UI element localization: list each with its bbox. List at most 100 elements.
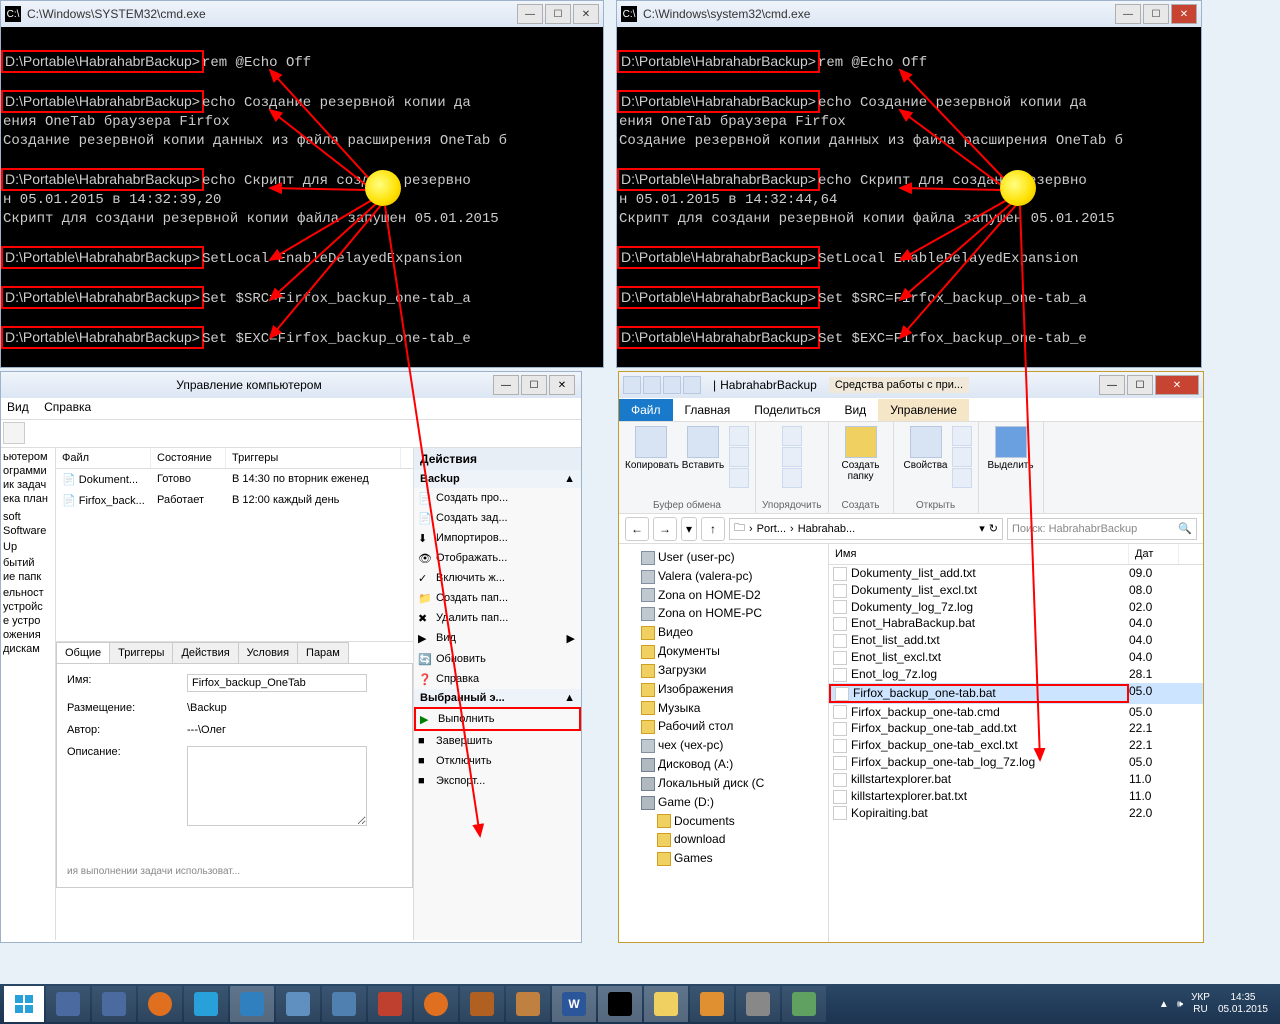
minimize-button[interactable]: —	[1099, 375, 1125, 395]
file-row[interactable]: Enot_list_excl.txt04.0	[829, 649, 1203, 666]
qat-button[interactable]	[623, 376, 641, 394]
maximize-button[interactable]: ☐	[1143, 4, 1169, 24]
taskbar-app-button[interactable]	[184, 986, 228, 1022]
tree-node[interactable]: Локальный диск (C	[623, 774, 824, 793]
tab-file[interactable]: Файл	[619, 399, 673, 421]
menu-view[interactable]: Вид	[7, 400, 29, 414]
nav-back-button[interactable]: ←	[625, 517, 649, 541]
action-item[interactable]: ✖Удалить пап...	[414, 608, 581, 628]
file-row[interactable]: Firfox_backup_one-tab_log_7z.log05.0	[829, 754, 1203, 771]
taskbar-app-button[interactable]	[368, 986, 412, 1022]
taskbar-app-button[interactable]	[506, 986, 550, 1022]
maximize-button[interactable]: ☐	[545, 4, 571, 24]
tree-node[interactable]: Zona on HOME-PC	[623, 604, 824, 623]
actions-section-backup[interactable]: Backup▲	[414, 470, 581, 488]
tab-view[interactable]: Вид	[832, 399, 878, 421]
ribbon-small-button[interactable]	[952, 468, 972, 488]
mgmt-titlebar[interactable]: Управление компьютером — ☐ ✕	[1, 372, 581, 398]
file-row[interactable]: killstartexplorer.bat.txt11.0	[829, 788, 1203, 805]
action-item[interactable]: 🔄Обновить	[414, 649, 581, 669]
taskbar-explorer-button[interactable]	[644, 986, 688, 1022]
cmd-titlebar-left[interactable]: C:\ C:\Windows\SYSTEM32\cmd.exe — ☐ ✕	[1, 1, 603, 27]
ribbon-small-button[interactable]	[952, 447, 972, 467]
explorer-titlebar[interactable]: | HabrahabrBackup Средства работы с при.…	[619, 372, 1203, 398]
qat-button[interactable]	[643, 376, 661, 394]
tree-node[interactable]: Game (D:)	[623, 793, 824, 812]
file-row[interactable]: Enot_log_7z.log28.1	[829, 666, 1203, 683]
menu-help[interactable]: Справка	[44, 400, 91, 414]
tab-triggers[interactable]: Триггеры	[109, 642, 173, 663]
taskbar-app-button[interactable]	[230, 986, 274, 1022]
action-item[interactable]: ✓Включить ж...	[414, 568, 581, 588]
btn-properties[interactable]: Свойства	[900, 424, 952, 488]
tree-node[interactable]: Дисковод (A:)	[623, 755, 824, 774]
nav-forward-button[interactable]: →	[653, 517, 677, 541]
action-item[interactable]: ■Отключить	[414, 751, 581, 771]
action-item[interactable]: ■Экспорт...	[414, 771, 581, 791]
close-button[interactable]: ✕	[573, 4, 599, 24]
tree-node[interactable]: Музыка	[623, 699, 824, 718]
nav-up-button[interactable]: ↑	[701, 517, 725, 541]
action-item[interactable]: ■Завершить	[414, 731, 581, 751]
tab-general[interactable]: Общие	[56, 642, 110, 663]
btn-new-folder[interactable]: Создать папку	[835, 424, 887, 482]
action-item[interactable]: 📄Создать зад...	[414, 508, 581, 528]
tree-node[interactable]: Документы	[623, 642, 824, 661]
taskbar-app-button[interactable]	[322, 986, 366, 1022]
tray-lang[interactable]: УКР	[1191, 992, 1210, 1004]
action-item[interactable]: ❓Справка	[414, 669, 581, 689]
tree-node[interactable]: Загрузки	[623, 661, 824, 680]
tree-node[interactable]: Видео	[623, 623, 824, 642]
file-row[interactable]: Firfox_backup_one-tab.bat05.0	[829, 683, 1203, 704]
tree-node[interactable]: Zona on HOME-D2	[623, 586, 824, 605]
action-item[interactable]: 👁Отображать...	[414, 548, 581, 568]
close-button[interactable]: ✕	[1155, 375, 1199, 395]
taskbar-app-button[interactable]	[736, 986, 780, 1022]
ribbon-small-button[interactable]	[729, 426, 749, 446]
file-row[interactable]: Dokumenty_log_7z.log02.0	[829, 599, 1203, 616]
action-item[interactable]: 📁Создать пап...	[414, 588, 581, 608]
action-item[interactable]: ▶Вид ▶	[414, 628, 581, 649]
search-input[interactable]: Поиск: HabrahabrBackup🔍	[1007, 518, 1197, 540]
ribbon-small-button[interactable]	[729, 468, 749, 488]
taskbar-app-button[interactable]	[46, 986, 90, 1022]
close-button[interactable]: ✕	[1171, 4, 1197, 24]
btn-paste[interactable]: Вставить	[677, 424, 729, 488]
tree-node[interactable]: Documents	[623, 812, 824, 831]
tree-node[interactable]: Рабочий стол	[623, 717, 824, 736]
tree-node[interactable]: Valera (valera-pc)	[623, 567, 824, 586]
task-row[interactable]: 📄 Dokument...ГотовоВ 14:30 по вторник еж…	[56, 469, 413, 490]
taskbar-app-button[interactable]	[276, 986, 320, 1022]
file-row[interactable]: Firfox_backup_one-tab.cmd05.0	[829, 704, 1203, 721]
cmd-output-left[interactable]: D:\Portable\HabrahabrBackup>rem @Echo Of…	[1, 27, 603, 355]
file-row[interactable]: Dokumenty_list_add.txt09.0	[829, 565, 1203, 582]
ribbon-small-button[interactable]	[729, 447, 749, 467]
task-row[interactable]: 📄 Firfox_back...РаботаетВ 12:00 каждый д…	[56, 490, 413, 511]
ribbon-small-button[interactable]	[782, 468, 802, 488]
file-row[interactable]: Kopiraiting.bat22.0	[829, 805, 1203, 822]
cmd-output-right[interactable]: D:\Portable\HabrahabrBackup>rem @Echo Of…	[617, 27, 1201, 355]
input-name[interactable]	[187, 674, 367, 692]
tree-node[interactable]: User (user-pc)	[623, 548, 824, 567]
tab-conditions[interactable]: Условия	[238, 642, 298, 663]
btn-select[interactable]: Выделить	[985, 424, 1037, 471]
taskbar-app-button[interactable]	[690, 986, 734, 1022]
col-name[interactable]: Имя	[829, 544, 1129, 564]
ribbon-small-button[interactable]	[782, 426, 802, 446]
ribbon-small-button[interactable]	[782, 447, 802, 467]
file-row[interactable]: Firfox_backup_one-tab_add.txt22.1	[829, 720, 1203, 737]
tray-icon[interactable]: ▲	[1159, 999, 1169, 1010]
close-button[interactable]: ✕	[549, 375, 575, 395]
ribbon-small-button[interactable]	[952, 426, 972, 446]
actions-section-selected[interactable]: Выбранный э...▲	[414, 689, 581, 707]
col-state[interactable]: Состояние	[151, 448, 226, 468]
file-row[interactable]: Enot_HabraBackup.bat04.0	[829, 615, 1203, 632]
btn-copy[interactable]: Копировать	[625, 424, 677, 488]
explorer-tree[interactable]: User (user-pc)Valera (valera-pc)Zona on …	[619, 544, 829, 942]
tray-icon[interactable]: 🕪	[1177, 999, 1183, 1010]
tab-actions[interactable]: Действия	[172, 642, 238, 663]
tab-share[interactable]: Поделиться	[742, 399, 832, 421]
taskbar-cmd-button[interactable]	[598, 986, 642, 1022]
col-date[interactable]: Дат	[1129, 544, 1179, 564]
tree-node[interactable]: download	[623, 830, 824, 849]
